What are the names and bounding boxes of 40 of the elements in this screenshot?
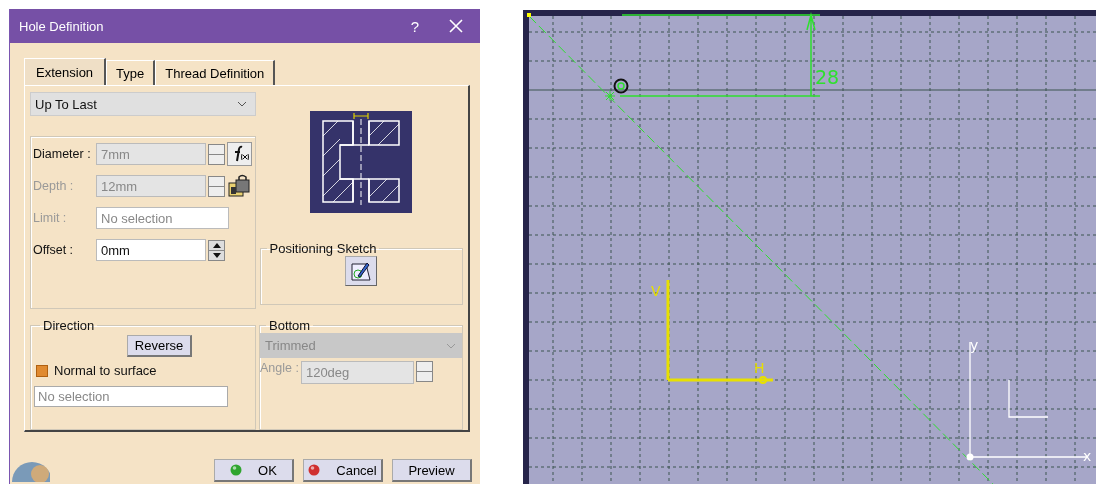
field-label: Depth : <box>33 179 75 193</box>
group-title: Bottom <box>268 318 312 333</box>
window-title: Hole Definition <box>19 18 105 34</box>
close-icon[interactable] <box>449 19 463 33</box>
checkbox[interactable] <box>36 364 48 377</box>
lock-icon[interactable] <box>227 174 251 198</box>
axis-label: y <box>970 337 979 353</box>
preview-button[interactable]: Preview <box>392 459 472 482</box>
cancel-button[interactable]: Cancel <box>303 459 383 482</box>
ok-button[interactable]: OK <box>214 459 294 482</box>
tab[interactable]: Thread Definition <box>155 60 276 85</box>
sketch-pencil-icon <box>350 260 372 282</box>
axis-label: H <box>754 360 765 376</box>
selection-field[interactable]: No selection <box>34 386 228 407</box>
field-label: Limit : <box>33 211 68 225</box>
status-dot-icon <box>230 464 243 476</box>
help-button[interactable]: ? <box>410 17 419 35</box>
dimension-value: 28 <box>815 66 840 88</box>
sketch-button[interactable] <box>345 256 377 286</box>
chevron-down-icon <box>237 101 247 107</box>
checkbox-label: Normal to surface <box>54 363 157 378</box>
sketch-point-icon <box>604 90 616 102</box>
hole-center-icon <box>613 78 629 94</box>
group-title: Direction <box>42 318 96 333</box>
chevron-down-icon <box>446 342 456 349</box>
spin-buttons[interactable] <box>208 239 225 261</box>
field-label: Offset : <box>33 243 75 257</box>
status-dot-icon <box>308 464 321 476</box>
formula-button[interactable] <box>227 142 252 166</box>
group-title: Positioning Sketch <box>268 241 378 256</box>
input-field[interactable]: 0mm <box>96 239 206 261</box>
axis-label: V <box>651 283 661 299</box>
tab[interactable]: Extension <box>24 58 107 85</box>
axis-label: x <box>1083 448 1092 464</box>
field-label: Angle : <box>260 361 299 375</box>
extension-dropdown[interactable]: Up To Last <box>30 92 256 116</box>
field-label: Diameter : <box>33 147 92 161</box>
reverse-button[interactable]: Reverse <box>126 335 193 357</box>
tab[interactable]: Type <box>106 60 156 85</box>
point-marker-icon <box>527 13 531 17</box>
